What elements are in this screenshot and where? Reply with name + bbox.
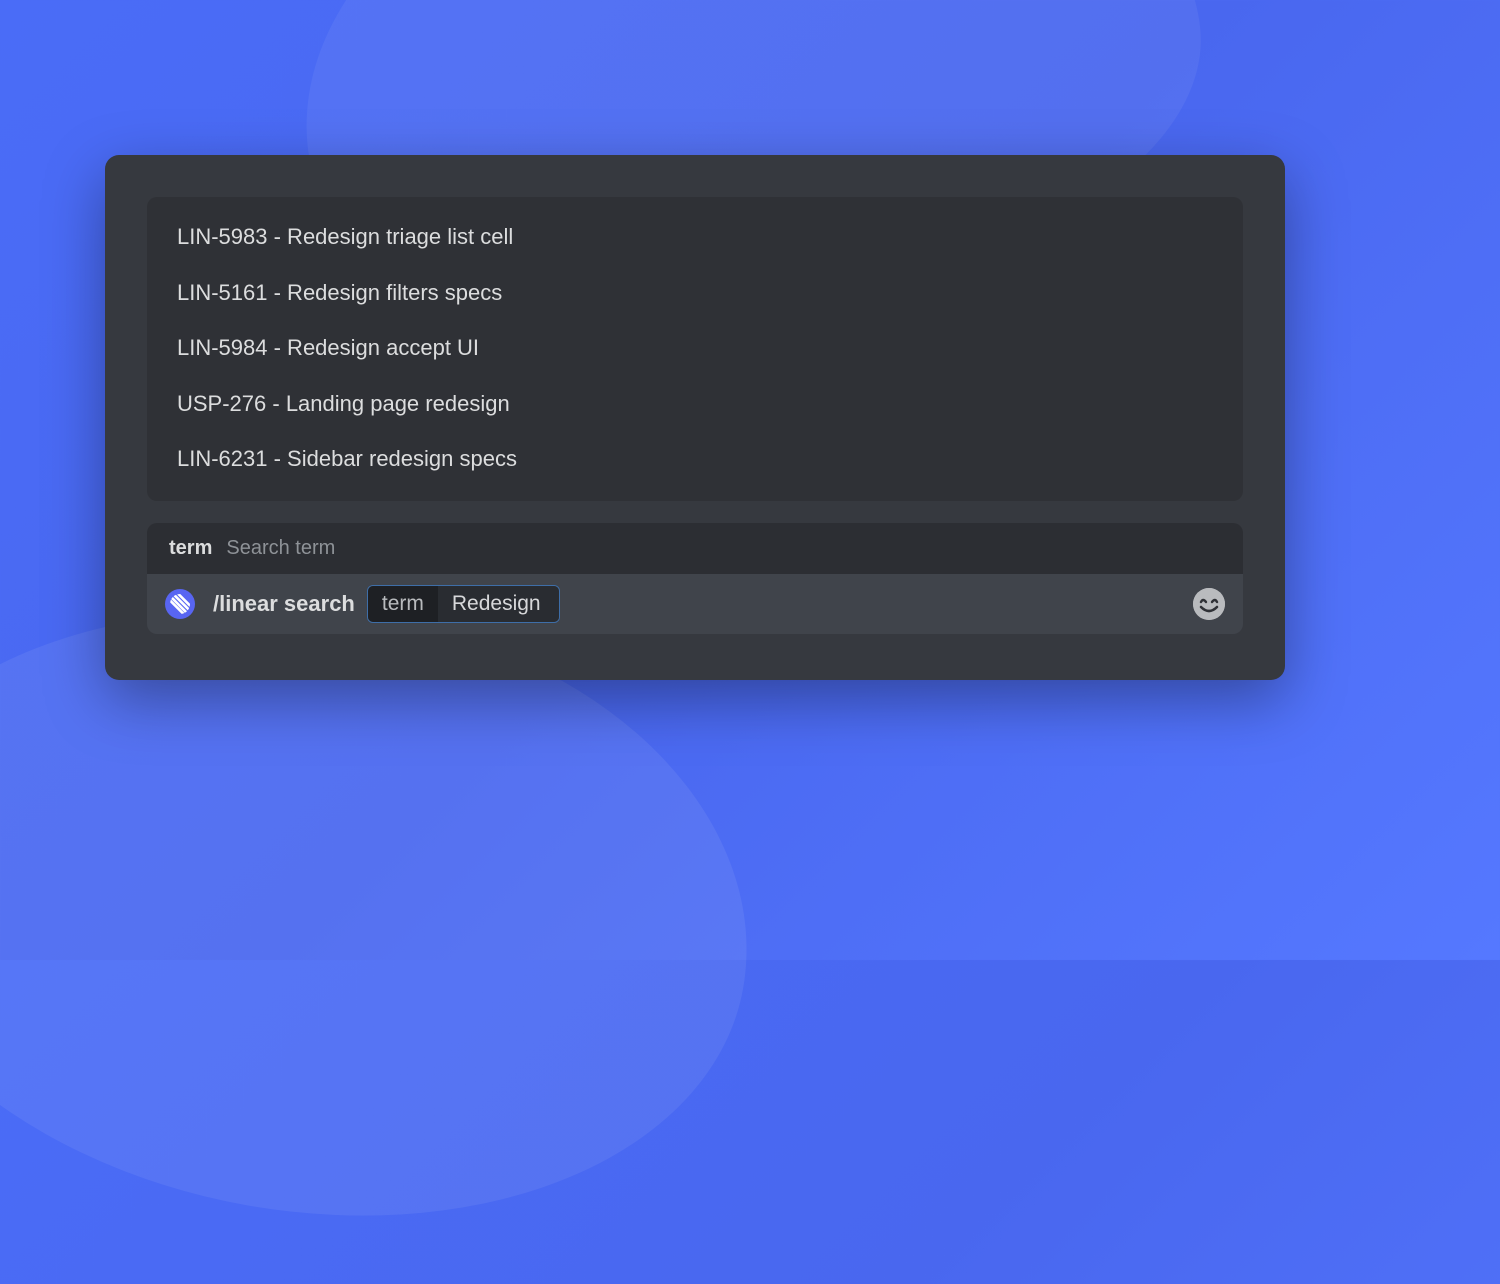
parameter-description-label: Search term (226, 537, 335, 560)
linear-icon (165, 589, 195, 619)
parameter-hint-bar: term Search term (147, 523, 1243, 574)
parameter-pill-value: Redesign (438, 586, 559, 622)
slash-command-text: /linear search (213, 591, 355, 617)
parameter-name-label: term (169, 537, 212, 560)
search-result-item[interactable]: LIN-5983 - Redesign triage list cell (177, 223, 1213, 265)
search-result-item[interactable]: USP-276 - Landing page redesign (177, 376, 1213, 432)
parameter-pill-key: term (368, 586, 438, 622)
command-parameter-pill[interactable]: term Redesign (367, 585, 560, 623)
search-results-list: LIN-5983 - Redesign triage list cell LIN… (147, 197, 1243, 501)
command-input-bar[interactable]: /linear search term Redesign (147, 574, 1243, 634)
search-result-item[interactable]: LIN-6231 - Sidebar redesign specs (177, 431, 1213, 473)
emoji-picker-icon[interactable] (1193, 588, 1225, 620)
command-palette-window: LIN-5983 - Redesign triage list cell LIN… (105, 155, 1285, 680)
search-result-item[interactable]: LIN-5984 - Redesign accept UI (177, 320, 1213, 376)
search-result-item[interactable]: LIN-5161 - Redesign filters specs (177, 265, 1213, 321)
